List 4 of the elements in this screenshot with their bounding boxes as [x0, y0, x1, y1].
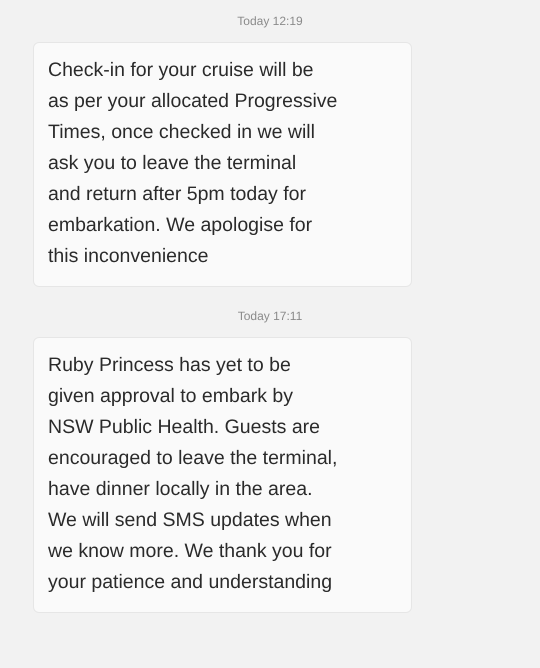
message-timestamp: Today 17:11 — [238, 309, 302, 323]
message-timestamp: Today 12:19 — [237, 14, 303, 28]
message-bubble: Check-in for your cruise will be as per your allocated Progressive Times, once checked in we will ask you to leave the terminal and return after 5pm today for embarkation. We apologise for this inconvenience — [33, 42, 412, 287]
message-bubble: Ruby Princess has yet to be given approval to embark by NSW Public Health. Guests are encouraged to leave the terminal, have dinner locally in the area. We will send SMS updates when we know more. We thank you for your patience and understanding — [33, 337, 412, 613]
